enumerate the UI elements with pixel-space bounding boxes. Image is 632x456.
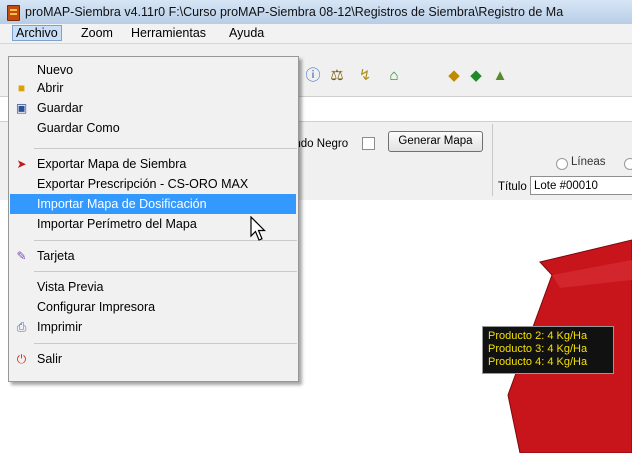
menu-item-imprimir[interactable]: ⎙ Imprimir <box>10 317 296 337</box>
mouse-cursor-icon <box>250 216 266 241</box>
menu-zoom[interactable]: Zoom <box>78 26 116 40</box>
menu-item-label: Vista Previa <box>37 280 104 294</box>
menu-item-exportar-mapa[interactable]: ➤ Exportar Mapa de Siembra <box>10 154 296 174</box>
menu-item-label: Abrir <box>37 81 64 95</box>
menu-item-importar-dosificacion[interactable]: Importar Mapa de Dosificación <box>10 194 296 214</box>
menu-ayuda[interactable]: Ayuda <box>226 26 267 40</box>
menu-item-label: Exportar Mapa de Siembra <box>37 157 187 171</box>
menu-item-label: Imprimir <box>37 320 83 334</box>
house-icon[interactable]: ⌂ <box>385 67 403 85</box>
panel-divider <box>492 124 493 196</box>
menu-item-nuevo[interactable]: Nuevo <box>10 60 296 80</box>
tooltip-line: Producto 2: 4 Kg/Ha <box>488 330 588 342</box>
title-label: Título <box>498 181 527 193</box>
menu-archivo[interactable]: Archivo <box>12 25 62 41</box>
marker-icon[interactable]: ◆ <box>445 67 463 85</box>
option-radio[interactable] <box>624 158 632 170</box>
menu-item-label: Tarjeta <box>37 249 75 263</box>
marker-icon[interactable]: ▲ <box>491 67 509 85</box>
save-disk-icon: ▣ <box>15 101 28 115</box>
dose-tooltip: Producto 2: 4 Kg/Ha Producto 3: 4 Kg/Ha … <box>482 326 614 374</box>
card-icon: ✎ <box>16 249 27 263</box>
menu-item-vista-previa[interactable]: Vista Previa <box>10 277 296 297</box>
menu-herramientas[interactable]: Herramientas <box>128 26 209 40</box>
tooltip-line: Producto 4: 4 Kg/Ha <box>488 356 588 368</box>
menu-item-label: Nuevo <box>37 63 74 77</box>
menu-separator <box>34 343 297 344</box>
dark-background-checkbox[interactable] <box>362 137 375 150</box>
title-input[interactable] <box>530 176 632 195</box>
menu-item-label: Salir <box>37 352 63 366</box>
exit-icon: ⏻ <box>16 352 27 366</box>
tool-icon[interactable]: ↯ <box>356 67 374 85</box>
menu-separator <box>34 271 297 272</box>
menu-item-tarjeta[interactable]: ✎ Tarjeta <box>10 246 296 266</box>
menu-item-label: Importar Mapa de Dosificación <box>37 197 207 211</box>
menu-item-abrir[interactable]: ■ Abrir <box>10 78 296 98</box>
menu-item-configurar-impresora[interactable]: Configurar Impresora <box>10 297 296 317</box>
generate-map-button[interactable]: Generar Mapa <box>388 131 483 152</box>
printer-icon: ⎙ <box>16 320 27 334</box>
menu-item-label: Exportar Prescripción - CS-ORO MAX <box>37 177 249 191</box>
app-icon <box>7 5 20 21</box>
menu-separator <box>34 148 297 149</box>
marker-icon[interactable]: ◆ <box>467 67 485 85</box>
export-icon: ➤ <box>16 157 27 171</box>
menu-item-guardar-como[interactable]: Guardar Como <box>10 118 296 138</box>
menu-item-label: Guardar <box>37 101 83 115</box>
lines-radio[interactable] <box>556 158 568 170</box>
menu-item-salir[interactable]: ⏻ Salir <box>10 349 296 369</box>
menu-item-label: Configurar Impresora <box>37 300 156 314</box>
lines-label: Líneas <box>571 156 606 168</box>
open-folder-icon: ■ <box>17 81 26 95</box>
menu-item-exportar-prescripcion[interactable]: Exportar Prescripción - CS-ORO MAX <box>10 174 296 194</box>
info-icon[interactable]: ⓘ <box>304 67 322 85</box>
menu-item-label: Guardar Como <box>37 121 120 135</box>
scale-icon[interactable]: ⚖ <box>328 67 346 85</box>
menu-bar: Archivo Zoom Herramientas Ayuda <box>0 24 632 44</box>
menu-item-guardar[interactable]: ▣ Guardar <box>10 98 296 118</box>
title-bar: proMAP-Siembra v4.11r0 F:\Curso proMAP-S… <box>0 0 632 25</box>
menu-item-label: Importar Perímetro del Mapa <box>37 217 197 231</box>
window-title: proMAP-Siembra v4.11r0 F:\Curso proMAP-S… <box>25 5 564 19</box>
tooltip-line: Producto 3: 4 Kg/Ha <box>488 343 588 355</box>
